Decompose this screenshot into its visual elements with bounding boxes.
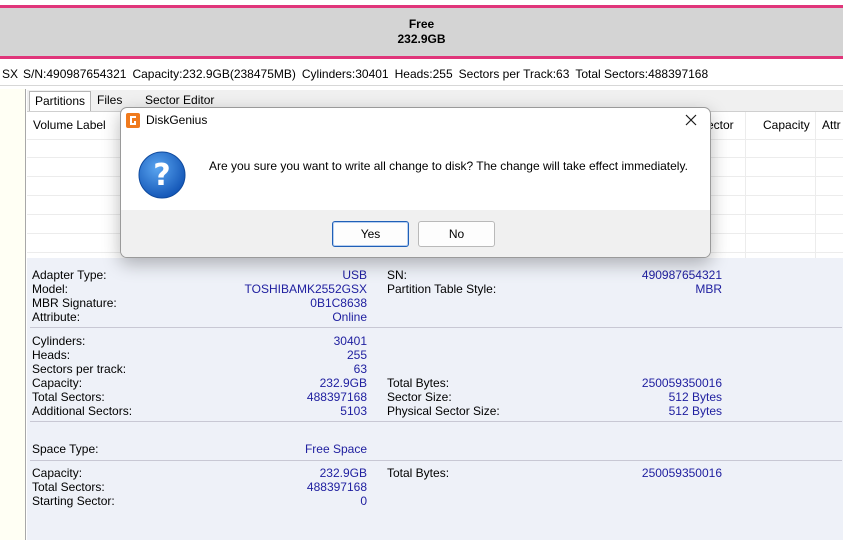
detail-label: Attribute: [32, 310, 81, 324]
detail-value: 0B1C8638 [310, 296, 367, 310]
column-divider [815, 112, 816, 258]
disk-details-panel: Adapter Type: USB Model: TOSHIBAMK2552GS… [27, 258, 843, 540]
section-divider [30, 327, 842, 328]
detail-value: 30401 [333, 334, 367, 348]
disk-heads: Heads:255 [394, 67, 453, 81]
detail-label: MBR Signature: [32, 296, 117, 310]
disk-serial: S/N:490987654321 [23, 67, 127, 81]
partition-bottom-border [0, 56, 843, 59]
detail-label: Total Bytes: [387, 376, 450, 390]
detail-value: MBR [695, 282, 722, 296]
detail-label: Sectors per track: [32, 362, 127, 376]
detail-value: 232.9GB [319, 466, 367, 480]
detail-label: SN: [387, 268, 408, 282]
question-icon: ? [137, 150, 187, 200]
dialog-message: Are you sure you want to write all chang… [209, 159, 688, 173]
detail-value: 255 [346, 348, 367, 362]
disk-model-tail: SX [2, 67, 19, 81]
detail-value: 5103 [340, 404, 367, 418]
free-space-label: Free [408, 17, 435, 31]
section-divider [30, 421, 842, 422]
no-button[interactable]: No [418, 221, 495, 247]
column-header-sector[interactable]: ector [707, 112, 734, 138]
column-divider [745, 112, 746, 258]
detail-value: 488397168 [306, 390, 367, 404]
yes-button[interactable]: Yes [332, 221, 409, 247]
disk-map-bar[interactable]: Free 232.9GB [0, 0, 843, 62]
detail-value: USB [342, 268, 367, 282]
detail-value: TOSHIBAMK2552GSX [244, 282, 368, 296]
detail-label: Heads: [32, 348, 71, 362]
detail-label: Sector Size: [387, 390, 452, 404]
detail-label: Model: [32, 282, 69, 296]
detail-label: Partition Table Style: [387, 282, 497, 296]
detail-value: 512 Bytes [668, 390, 722, 404]
detail-label: Additional Sectors: [32, 404, 133, 418]
disk-capacity: Capacity:232.9GB(238475MB) [132, 67, 296, 81]
close-icon[interactable] [680, 110, 702, 130]
detail-value: Online [332, 310, 367, 324]
detail-value: 63 [353, 362, 367, 376]
svg-text:?: ? [153, 158, 170, 193]
detail-label: Starting Sector: [32, 494, 115, 508]
detail-value: 250059350016 [641, 376, 722, 390]
free-space-block[interactable]: Free 232.9GB [0, 8, 843, 56]
dialog-button-bar [121, 210, 710, 257]
disk-sectors-per-track: Sectors per Track:63 [458, 67, 570, 81]
detail-label: Physical Sector Size: [387, 404, 500, 418]
dialog-title-bar[interactable]: DiskGenius [121, 108, 710, 134]
detail-value: 250059350016 [641, 466, 722, 480]
disk-tree-pane[interactable] [0, 89, 26, 540]
disk-cylinders: Cylinders:30401 [301, 67, 389, 81]
detail-label: Total Sectors: [32, 480, 105, 494]
section-divider [30, 460, 842, 461]
detail-value: Free Space [304, 442, 367, 456]
detail-label: Cylinders: [32, 334, 86, 348]
disk-info-line: SX S/N:490987654321 Capacity:232.9GB(23847… [0, 64, 843, 86]
detail-label: Capacity: [32, 376, 83, 390]
disk-total-sectors: Total Sectors:488397168 [575, 67, 709, 81]
column-header-volume-label[interactable]: Volume Label [33, 112, 106, 138]
free-space-size: 232.9GB [397, 32, 446, 46]
detail-value: 512 Bytes [668, 404, 722, 418]
detail-value: 488397168 [306, 480, 367, 494]
detail-label: Space Type: [32, 442, 99, 456]
confirm-write-dialog[interactable]: DiskGenius ? Are you sure you want to wr… [120, 107, 711, 258]
tab-partitions[interactable]: Partitions [29, 91, 92, 111]
diskgenius-icon [126, 113, 140, 128]
detail-value: 0 [360, 494, 367, 508]
detail-label: Total Sectors: [32, 390, 105, 404]
column-header-attribute[interactable]: Attr [822, 112, 841, 138]
detail-label: Capacity: [32, 466, 83, 480]
detail-label: Total Bytes: [387, 466, 450, 480]
dialog-title: DiskGenius [146, 113, 208, 127]
column-header-capacity[interactable]: Capacity [763, 112, 810, 138]
detail-value: 490987654321 [641, 268, 722, 282]
detail-value: 232.9GB [319, 376, 367, 390]
detail-label: Adapter Type: [32, 268, 107, 282]
